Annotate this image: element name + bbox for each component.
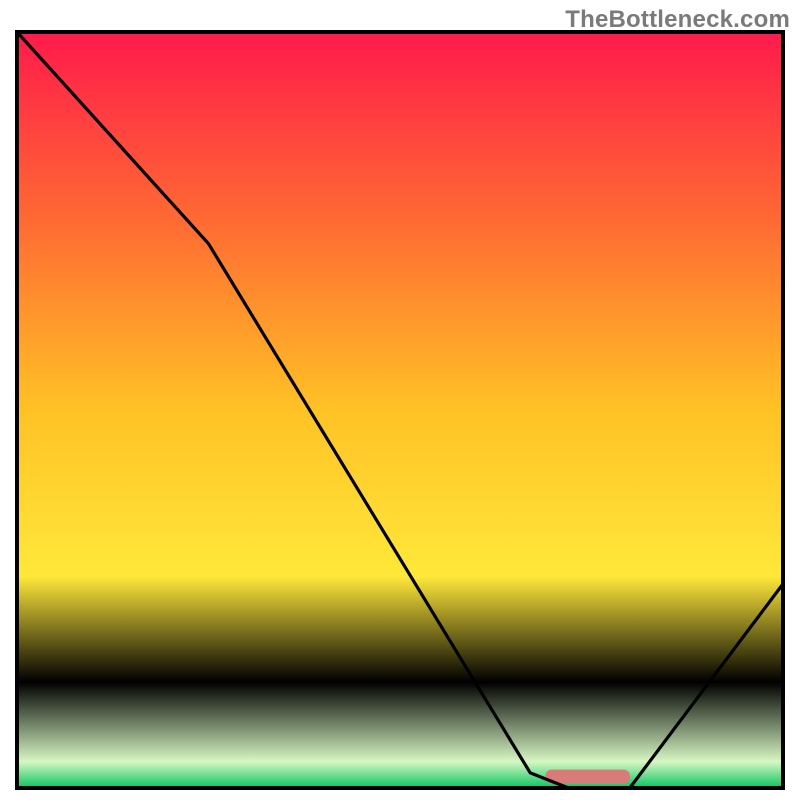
- bottleneck-chart: TheBottleneck.com: [0, 0, 800, 800]
- gradient-background: [17, 32, 783, 788]
- optimal-range-marker: [546, 770, 630, 784]
- chart-canvas: [15, 30, 785, 790]
